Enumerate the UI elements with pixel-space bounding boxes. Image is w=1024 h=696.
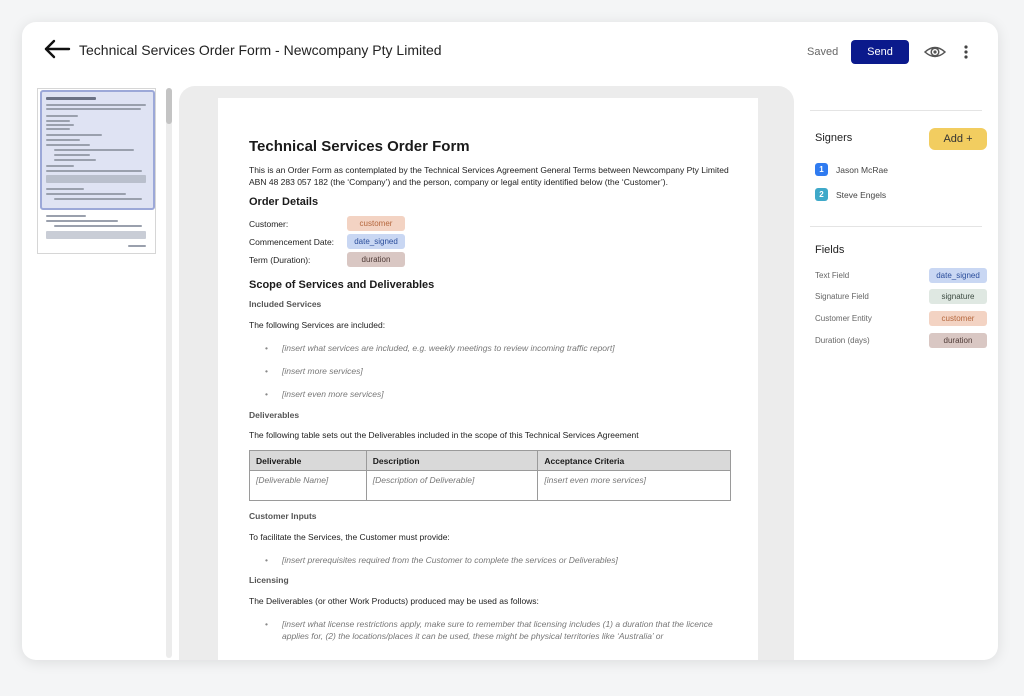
field-item[interactable]: Customer Entity customer xyxy=(815,311,987,326)
field-item[interactable]: Text Field date_signed xyxy=(815,268,987,283)
thumb-line xyxy=(46,165,74,167)
duration-field-tag[interactable]: duration xyxy=(347,252,405,267)
field-label: Text Field xyxy=(815,271,850,280)
eye-icon[interactable] xyxy=(922,40,948,64)
page-title: Technical Services Order Form - Newcompa… xyxy=(79,42,442,58)
thumb-line xyxy=(46,215,86,217)
document-title: Technical Services Order Form xyxy=(249,138,470,155)
add-signer-button[interactable]: Add + xyxy=(929,128,987,150)
document-scrollbar[interactable] xyxy=(786,86,792,660)
thumb-line xyxy=(54,159,96,161)
included-services-heading: Included Services xyxy=(249,299,322,309)
table-cell: [Deliverable Name] xyxy=(249,470,367,501)
page-thumbnails xyxy=(34,88,174,658)
deliverables-heading: Deliverables xyxy=(249,410,300,420)
thumb-line xyxy=(46,139,80,141)
duration-field-tag[interactable]: duration xyxy=(929,333,987,348)
table-header: Acceptance Criteria xyxy=(537,450,731,471)
thumb-line xyxy=(54,198,142,200)
thumb-line xyxy=(46,115,78,117)
customer-field-tag[interactable]: customer xyxy=(929,311,987,326)
thumb-line xyxy=(46,144,90,146)
list-item: [insert even more services] xyxy=(249,388,734,400)
signers-fields-panel: Signers Add + 1 Jason McRae 2 Steve Enge… xyxy=(800,82,998,660)
signer-name: Steve Engels xyxy=(836,190,887,200)
divider xyxy=(810,110,982,111)
detail-label: Term (Duration): xyxy=(249,255,311,265)
thumbnail-scrollbar[interactable] xyxy=(166,88,172,658)
detail-row-term: Term (Duration): duration xyxy=(249,252,734,269)
signer-name: Jason McRae xyxy=(836,165,888,175)
list-item: [insert prerequisites required from the … xyxy=(249,554,734,566)
detail-row-commencement: Commencement Date: date_signed xyxy=(249,234,734,251)
thumb-line xyxy=(46,108,141,110)
document-viewer: Technical Services Order Form This is an… xyxy=(179,86,794,660)
thumb-line xyxy=(54,154,90,156)
signature-field-tag[interactable]: signature xyxy=(929,289,987,304)
fields-title: Fields xyxy=(815,244,845,256)
table-header: Deliverable xyxy=(249,450,367,471)
table-row: [Deliverable Name] [Description of Deliv… xyxy=(249,470,731,501)
scope-heading: Scope of Services and Deliverables xyxy=(249,279,435,291)
field-item[interactable]: Signature Field signature xyxy=(815,289,987,304)
date-signed-field-tag[interactable]: date_signed xyxy=(347,234,405,249)
order-details-heading: Order Details xyxy=(249,196,319,208)
scrollbar-handle[interactable] xyxy=(166,88,172,124)
thumb-line xyxy=(46,128,70,130)
app-window: Technical Services Order Form - Newcompa… xyxy=(22,22,998,660)
deliverables-intro: The following table sets out the Deliver… xyxy=(249,430,639,440)
customer-inputs-heading: Customer Inputs xyxy=(249,511,317,521)
table-cell: [insert even more services] xyxy=(537,470,731,501)
thumb-line xyxy=(46,220,118,222)
table-cell: [Description of Deliverable] xyxy=(365,470,539,501)
customer-field-tag[interactable]: customer xyxy=(347,216,405,231)
table-header: Description xyxy=(365,450,539,471)
thumb-line xyxy=(46,175,146,183)
table-header-row: Deliverable Description Acceptance Crite… xyxy=(249,450,731,471)
field-label: Customer Entity xyxy=(815,314,872,323)
field-label: Duration (days) xyxy=(815,336,870,345)
included-intro: The following Services are included: xyxy=(249,320,386,330)
more-vertical-icon[interactable] xyxy=(959,40,973,64)
thumb-line xyxy=(46,193,126,195)
back-arrow-icon[interactable] xyxy=(42,38,72,60)
thumb-line xyxy=(128,245,146,247)
send-button[interactable]: Send xyxy=(851,40,909,64)
thumb-line xyxy=(46,124,74,126)
thumb-line xyxy=(54,149,134,151)
list-item: [insert what services are included, e.g.… xyxy=(249,342,734,354)
thumb-line xyxy=(46,120,70,122)
page-thumbnail[interactable] xyxy=(37,88,156,254)
thumb-line xyxy=(46,170,142,172)
thumb-line xyxy=(46,97,96,100)
thumb-line xyxy=(46,104,146,106)
signers-title: Signers xyxy=(815,132,853,144)
list-item: [insert more services] xyxy=(249,365,734,377)
thumb-line xyxy=(46,231,146,239)
detail-label: Commencement Date: xyxy=(249,237,335,247)
deliverables-table: Deliverable Description Acceptance Crite… xyxy=(249,450,731,501)
thumb-line xyxy=(46,188,84,190)
date-signed-field-tag[interactable]: date_signed xyxy=(929,268,987,283)
intro-paragraph: This is an Order Form as contemplated by… xyxy=(249,165,729,187)
detail-label: Customer: xyxy=(249,219,289,229)
document-page: Technical Services Order Form This is an… xyxy=(218,98,758,660)
detail-row-customer: Customer: customer xyxy=(249,216,734,233)
signer-number-badge: 1 xyxy=(815,163,828,176)
licensing-intro: The Deliverables (or other Work Products… xyxy=(249,596,539,606)
thumb-line xyxy=(54,225,142,227)
divider xyxy=(810,226,982,227)
field-label: Signature Field xyxy=(815,292,869,301)
list-item: [insert what license restrictions apply,… xyxy=(249,618,734,642)
signer-number-badge: 2 xyxy=(815,188,828,201)
field-item[interactable]: Duration (days) duration xyxy=(815,333,987,348)
save-status: Saved xyxy=(807,46,839,58)
thumb-line xyxy=(46,134,102,136)
header-bar: Technical Services Order Form - Newcompa… xyxy=(22,22,998,80)
customer-inputs-intro: To facilitate the Services, the Customer… xyxy=(249,532,450,542)
document-content: Technical Services Order Form This is an… xyxy=(249,138,734,642)
licensing-heading: Licensing xyxy=(249,575,289,585)
